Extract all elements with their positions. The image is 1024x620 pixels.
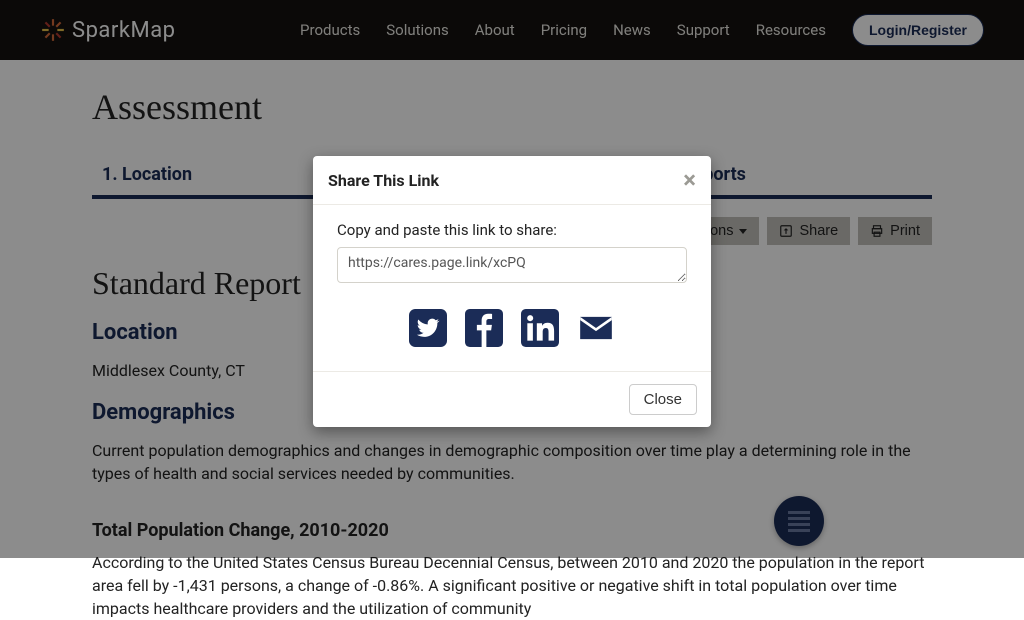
- email-icon[interactable]: [577, 309, 615, 347]
- modal-title: Share This Link: [328, 171, 439, 190]
- linkedin-icon[interactable]: [521, 309, 559, 347]
- modal-footer: Close: [313, 371, 711, 427]
- modal-body: Copy and paste this link to share:: [313, 205, 711, 371]
- pop-change-body: According to the United States Census Bu…: [92, 551, 932, 620]
- share-icon-row: [337, 309, 687, 347]
- modal-close-x[interactable]: ×: [683, 168, 696, 192]
- modal-close-button[interactable]: Close: [629, 384, 697, 415]
- modal-header: Share This Link ×: [313, 156, 711, 205]
- facebook-icon[interactable]: [465, 309, 503, 347]
- share-url-input[interactable]: [337, 247, 687, 283]
- share-modal: Share This Link × Copy and paste this li…: [313, 156, 711, 427]
- share-instruction-label: Copy and paste this link to share:: [337, 221, 687, 239]
- twitter-icon[interactable]: [409, 309, 447, 347]
